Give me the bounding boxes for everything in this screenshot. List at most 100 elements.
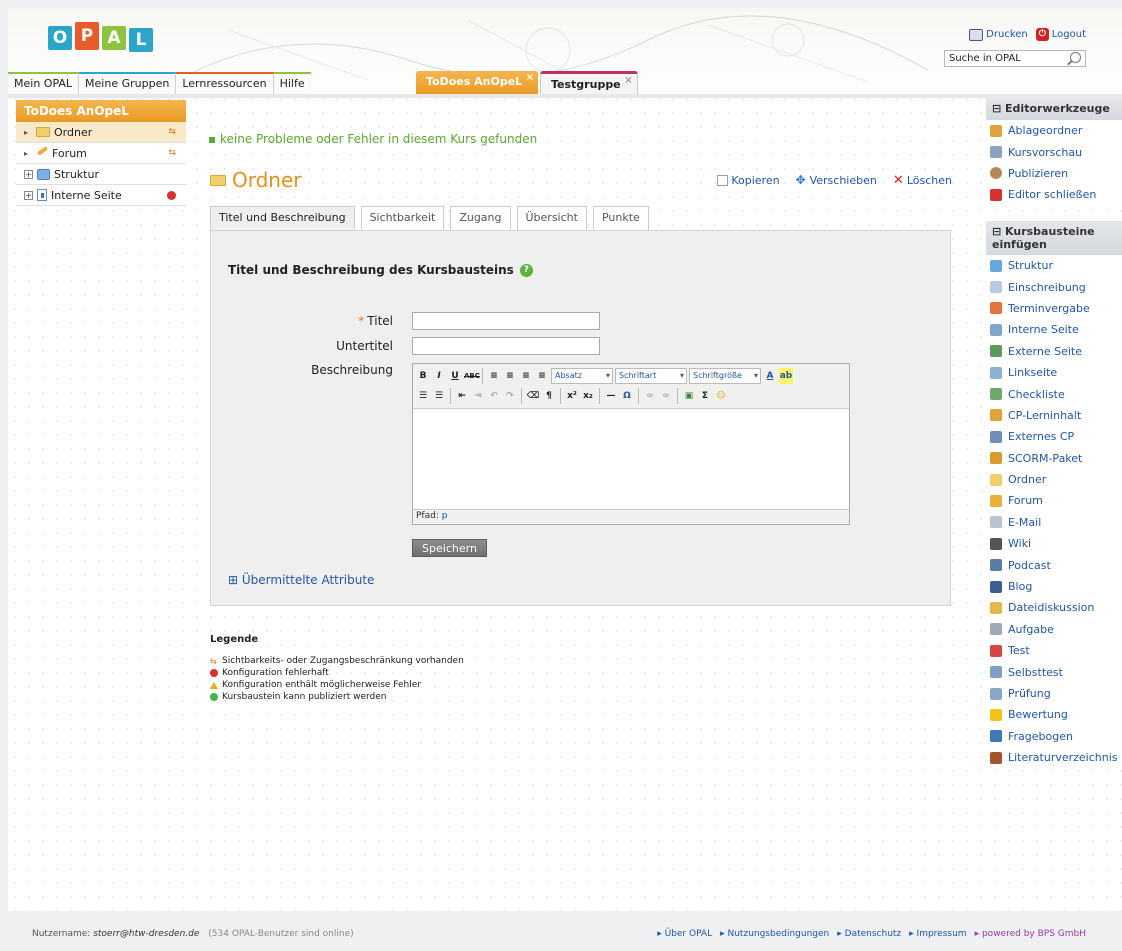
emoticon-icon[interactable]: ☺ bbox=[714, 388, 728, 404]
align-right-button[interactable]: ≡ bbox=[519, 368, 533, 384]
numbered-list-button[interactable]: ☰ bbox=[432, 388, 446, 404]
nav-item-mein-opal[interactable]: Mein OPAL bbox=[8, 72, 80, 94]
special-char-button[interactable]: Ω bbox=[620, 388, 634, 404]
strikethrough-button[interactable]: ABC bbox=[464, 368, 480, 384]
insert-node-item[interactable]: SCORM-Paket bbox=[986, 447, 1122, 469]
font-select[interactable]: Schriftart bbox=[615, 368, 687, 384]
close-icon[interactable]: × bbox=[624, 70, 632, 92]
search-icon[interactable] bbox=[1070, 52, 1081, 63]
subtitle-input[interactable] bbox=[412, 337, 600, 355]
course-menu-item-ordner[interactable]: ▸ Ordner ⇆ bbox=[16, 122, 186, 143]
editor-tool-editor-schliessen[interactable]: Editor schließen bbox=[986, 184, 1122, 206]
insert-node-item[interactable]: Bewertung bbox=[986, 704, 1122, 726]
paragraph-icon[interactable]: ¶ bbox=[542, 388, 556, 404]
link-icon[interactable]: ∞ bbox=[643, 388, 657, 404]
editor-tool-kursvorschau[interactable]: Kursvorschau bbox=[986, 141, 1122, 163]
editor-tool-publizieren[interactable]: Publizieren bbox=[986, 162, 1122, 185]
image-icon[interactable]: ▣ bbox=[682, 388, 696, 404]
logout-button[interactable]: ⏻ Logout bbox=[1035, 28, 1086, 41]
course-menu-item-interne-seite[interactable]: + Interne Seite bbox=[16, 185, 186, 206]
text-color-button[interactable]: A bbox=[763, 368, 777, 384]
course-menu-item-forum[interactable]: ▸ Forum ⇆ bbox=[16, 143, 186, 164]
eraser-icon[interactable]: ⌫ bbox=[526, 388, 540, 404]
save-button[interactable]: Speichern bbox=[412, 539, 487, 557]
print-button[interactable]: Drucken bbox=[969, 28, 1028, 41]
footer-link-impressum[interactable]: ▸ Impressum bbox=[909, 929, 966, 939]
insert-nodes-title[interactable]: ⊟ Kursbausteine einfügen bbox=[986, 221, 1122, 255]
insert-node-item[interactable]: Podcast bbox=[986, 554, 1122, 576]
course-menu-title[interactable]: ToDoes AnOpeL bbox=[16, 100, 186, 122]
copy-button[interactable]: Kopieren bbox=[717, 174, 780, 187]
footer-link-ueber-opal[interactable]: ▸ Über OPAL bbox=[657, 929, 712, 939]
horizontal-rule-button[interactable]: — bbox=[604, 388, 618, 404]
tab-uebersicht[interactable]: Übersicht bbox=[516, 206, 587, 230]
align-center-button[interactable]: ≡ bbox=[503, 368, 517, 384]
editor-content-area[interactable] bbox=[413, 409, 849, 509]
expand-plus-icon[interactable]: + bbox=[24, 190, 33, 200]
editor-tools-title[interactable]: ⊟ Editorwerkzeuge bbox=[986, 98, 1122, 120]
insert-node-item[interactable]: CP-Lerninhalt bbox=[986, 404, 1122, 427]
editor-path-value[interactable]: p bbox=[442, 511, 448, 521]
insert-node-item[interactable]: Struktur bbox=[986, 255, 1122, 277]
opal-logo[interactable]: O P A L bbox=[48, 22, 153, 52]
insert-node-item[interactable]: Checkliste bbox=[986, 383, 1122, 405]
tab-zugang[interactable]: Zugang bbox=[450, 206, 511, 230]
insert-node-item[interactable]: Externe Seite bbox=[986, 340, 1122, 362]
unlink-icon[interactable]: ∞ bbox=[659, 388, 673, 404]
insert-node-item[interactable]: Blog bbox=[986, 575, 1122, 598]
close-icon[interactable]: × bbox=[526, 67, 534, 89]
search-input[interactable]: Suche in OPAL bbox=[944, 50, 1086, 67]
delete-button[interactable]: ✕ Löschen bbox=[893, 174, 952, 187]
tab-titel-beschreibung[interactable]: Titel und Beschreibung bbox=[210, 206, 355, 232]
insert-node-item[interactable]: Ordner bbox=[986, 468, 1122, 491]
move-button[interactable]: ✥ Verschieben bbox=[796, 174, 877, 187]
insert-node-item[interactable]: Einschreibung bbox=[986, 276, 1122, 298]
insert-node-item[interactable]: Literaturverzeichnis bbox=[986, 746, 1122, 769]
insert-node-item[interactable]: Selbsttest bbox=[986, 661, 1122, 683]
insert-node-item[interactable]: Linkseite bbox=[986, 361, 1122, 384]
insert-node-item[interactable]: Fragebogen bbox=[986, 725, 1122, 747]
subscript-button[interactable]: x₂ bbox=[581, 388, 595, 404]
undo-button[interactable]: ↶ bbox=[487, 388, 501, 404]
bullet-list-button[interactable]: ☰ bbox=[416, 388, 430, 404]
insert-node-item[interactable]: Aufgabe bbox=[986, 618, 1122, 641]
font-size-select[interactable]: Schriftgröße bbox=[689, 368, 761, 384]
outdent-button[interactable]: ⇤ bbox=[455, 388, 469, 404]
editor-tool-ablageordner[interactable]: Ablageordner bbox=[986, 120, 1122, 142]
nav-item-lernressourcen[interactable]: Lernressourcen bbox=[176, 72, 274, 94]
insert-node-item[interactable]: Wiki bbox=[986, 533, 1122, 555]
course-menu-item-struktur[interactable]: + Struktur bbox=[16, 164, 186, 185]
highlight-button[interactable]: ab bbox=[779, 368, 793, 384]
superscript-button[interactable]: x² bbox=[565, 388, 579, 404]
expand-plus-icon[interactable]: + bbox=[24, 169, 33, 179]
insert-node-item[interactable]: Forum bbox=[986, 490, 1122, 512]
underline-button[interactable]: U bbox=[448, 368, 462, 384]
format-select[interactable]: Absatz bbox=[551, 368, 613, 384]
insert-node-item[interactable]: Terminvergabe bbox=[986, 297, 1122, 320]
align-justify-button[interactable]: ≡ bbox=[535, 368, 549, 384]
nav-item-hilfe[interactable]: Hilfe bbox=[273, 72, 311, 94]
redo-button[interactable]: ↷ bbox=[503, 388, 517, 404]
help-icon[interactable]: ? bbox=[519, 263, 533, 277]
italic-button[interactable]: I bbox=[432, 368, 446, 384]
footer-link-nutzungsbedingungen[interactable]: ▸ Nutzungsbedingungen bbox=[720, 929, 829, 939]
bold-button[interactable]: B bbox=[416, 368, 430, 384]
title-input[interactable] bbox=[412, 312, 600, 330]
insert-node-item[interactable]: Externes CP bbox=[986, 426, 1122, 448]
course-tab-testgruppe[interactable]: Testgruppe × bbox=[540, 71, 638, 95]
insert-node-item[interactable]: Prüfung bbox=[986, 682, 1122, 705]
insert-node-item[interactable]: E-Mail bbox=[986, 511, 1122, 534]
nav-item-meine-gruppen[interactable]: Meine Gruppen bbox=[79, 72, 177, 94]
align-left-button[interactable]: ≡ bbox=[487, 368, 501, 384]
insert-node-item[interactable]: Interne Seite bbox=[986, 319, 1122, 341]
indent-button[interactable]: ⇥ bbox=[471, 388, 485, 404]
footer-link-datenschutz[interactable]: ▸ Datenschutz bbox=[837, 929, 901, 939]
insert-node-item[interactable]: Test bbox=[986, 640, 1122, 662]
tab-sichtbarkeit[interactable]: Sichtbarkeit bbox=[360, 206, 445, 230]
transmitted-attributes-toggle[interactable]: ⊞ Übermittelte Attribute bbox=[228, 573, 374, 587]
course-tab-todoes[interactable]: ToDoes AnOpeL × bbox=[416, 71, 539, 95]
formula-icon[interactable]: Σ bbox=[698, 388, 712, 404]
tab-punkte[interactable]: Punkte bbox=[592, 206, 649, 230]
footer-link-powered-by[interactable]: ▸ powered by BPS GmbH bbox=[975, 929, 1086, 939]
insert-node-item[interactable]: Dateidiskussion bbox=[986, 597, 1122, 619]
